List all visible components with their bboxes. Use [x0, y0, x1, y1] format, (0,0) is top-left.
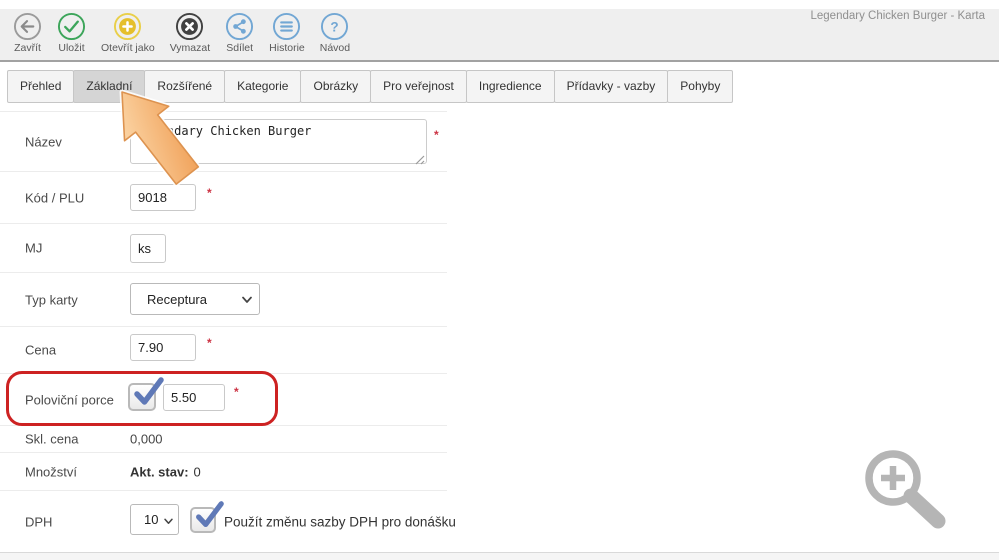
polovicni-porce-input[interactable]	[163, 384, 225, 411]
open-as-button[interactable]: Otevřít jako	[101, 9, 155, 54]
toolbar-button-label: Zavřít	[14, 42, 41, 54]
svg-text:?: ?	[331, 19, 339, 34]
akt-stav-label: Akt. stav:	[130, 464, 189, 479]
required-asterisk: *	[234, 385, 239, 399]
nazev-textarea[interactable]: Legendary Chicken Burger	[130, 119, 427, 164]
zoom-in-icon	[855, 440, 955, 535]
row-kod-plu: Kód / PLU *	[0, 172, 447, 224]
field-label-cena: Cena	[25, 343, 56, 358]
dph-selected-value: 10	[144, 512, 158, 527]
plus-circle-icon	[113, 12, 142, 41]
tab-pro-verejnost[interactable]: Pro veřejnost	[370, 70, 467, 103]
cena-input[interactable]	[130, 334, 196, 361]
dph-donaska-checkbox[interactable]	[190, 507, 216, 533]
kod-plu-input[interactable]	[130, 184, 196, 211]
history-lines-icon	[272, 12, 301, 41]
tab-pridavky-vazby[interactable]: Přídavky - vazby	[554, 70, 669, 103]
polovicni-porce-checkbox[interactable]	[128, 383, 156, 411]
field-label-kod-plu: Kód / PLU	[25, 190, 84, 205]
required-asterisk: *	[207, 336, 212, 350]
back-arrow-icon	[13, 12, 42, 41]
tab-ingredience[interactable]: Ingredience	[466, 70, 555, 103]
row-skl-cena: Skl. cena 0,000	[0, 426, 447, 453]
field-label-skl-cena: Skl. cena	[25, 432, 78, 447]
akt-stav: Akt. stav: 0	[130, 464, 201, 479]
akt-stav-value: 0	[194, 464, 201, 479]
help-button[interactable]: ? Návod	[320, 9, 350, 54]
tab-prehled[interactable]: Přehled	[7, 70, 74, 103]
row-dph: DPH 10 Použít změnu sazby DPH pro donášk…	[0, 491, 447, 552]
toolbar-button-label: Uložit	[58, 42, 84, 54]
row-mnozstvi: Množství Akt. stav: 0	[0, 453, 447, 491]
toolbar-button-label: Návod	[320, 42, 350, 54]
tab-pohyby[interactable]: Pohyby	[667, 70, 733, 103]
toolbar-button-label: Historie	[269, 42, 305, 54]
share-button[interactable]: Sdílet	[225, 9, 254, 54]
close-button[interactable]: Zavřít	[13, 9, 42, 54]
chevron-down-icon	[164, 512, 173, 527]
tab-bar: Přehled Základní Rozšířené Kategorie Obr…	[7, 70, 732, 103]
skl-cena-value: 0,000	[130, 432, 163, 447]
row-nazev: Název Legendary Chicken Burger *	[0, 111, 447, 172]
share-icon	[225, 12, 254, 41]
toolbar-button-label: Otevřít jako	[101, 42, 155, 54]
tab-obrazky[interactable]: Obrázky	[300, 70, 371, 103]
toolbar-button-label: Vymazat	[170, 42, 210, 54]
field-label-typ-karty: Typ karty	[25, 292, 78, 307]
dph-checkbox-label: Použít změnu sazby DPH pro donášku	[224, 514, 456, 529]
field-label-mnozstvi: Množství	[25, 464, 77, 479]
tab-rozsirene[interactable]: Rozšířené	[144, 70, 225, 103]
field-label-polovicni-porce: Poloviční porce	[25, 392, 114, 407]
mj-input[interactable]	[130, 234, 166, 263]
toolbar-divider	[0, 60, 999, 62]
question-icon: ?	[320, 12, 349, 41]
page-title: Legendary Chicken Burger - Karta	[810, 10, 985, 22]
tab-kategorie[interactable]: Kategorie	[224, 70, 301, 103]
save-button[interactable]: Uložit	[57, 9, 86, 54]
field-label-dph: DPH	[25, 514, 52, 529]
required-asterisk: *	[207, 186, 212, 200]
delete-cross-icon	[175, 12, 204, 41]
row-polovicni-porce: Poloviční porce *	[0, 374, 447, 426]
tab-zakladni[interactable]: Základní	[73, 70, 145, 103]
checkmark-icon	[131, 376, 165, 410]
dph-select[interactable]: 10	[130, 504, 179, 535]
chevron-down-icon	[242, 292, 252, 307]
row-mj: MJ	[0, 224, 447, 273]
typ-karty-select[interactable]: Receptura	[130, 283, 260, 315]
checkmark-icon	[193, 500, 225, 532]
check-icon	[57, 12, 86, 41]
toolbar-button-label: Sdílet	[226, 42, 253, 54]
field-label-mj: MJ	[25, 241, 42, 256]
row-typ-karty: Typ karty Receptura	[0, 273, 447, 327]
required-asterisk: *	[434, 128, 439, 142]
field-label-nazev: Název	[25, 134, 62, 149]
typ-karty-selected-value: Receptura	[147, 292, 207, 307]
app-window: Zavřít Uložit Otevřít jako	[0, 0, 999, 560]
panel-bottom-edge	[0, 552, 999, 560]
delete-button[interactable]: Vymazat	[170, 9, 210, 54]
history-button[interactable]: Historie	[269, 9, 305, 54]
row-cena: Cena *	[0, 327, 447, 374]
